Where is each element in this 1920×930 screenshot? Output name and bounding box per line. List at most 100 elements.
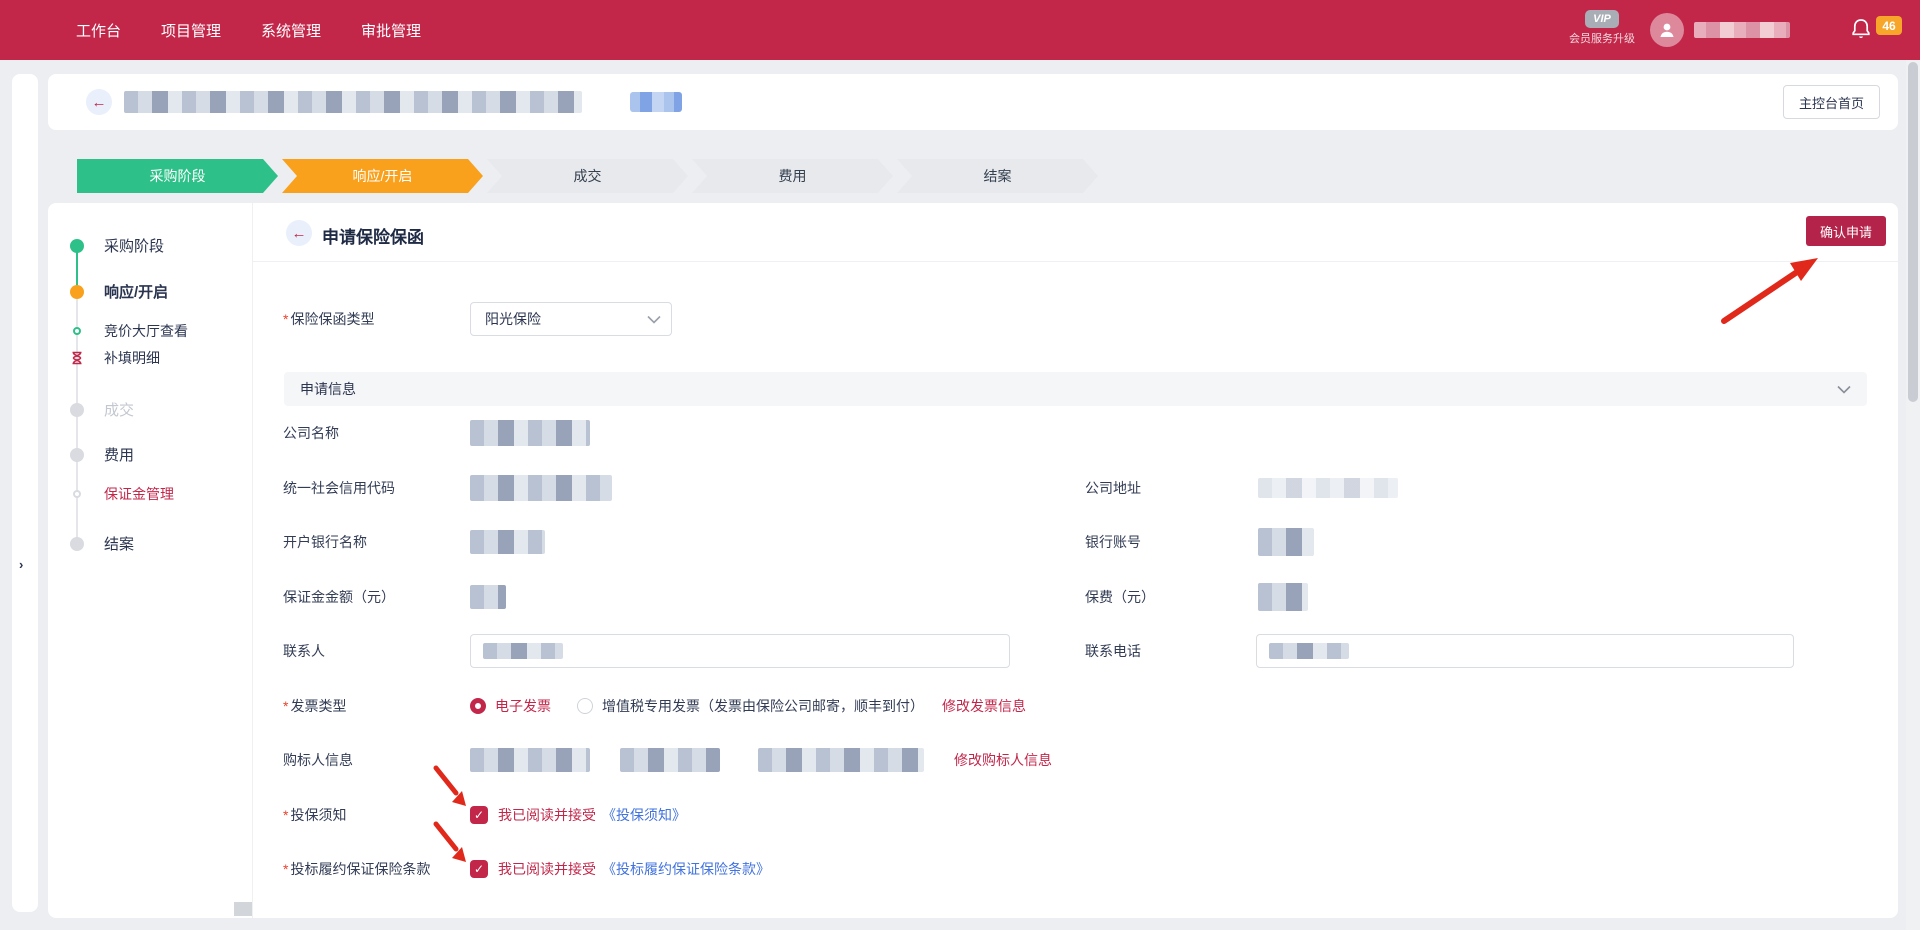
insure-notice-checkbox[interactable]: ✓	[470, 806, 488, 824]
step-close[interactable]: 结案	[897, 159, 1098, 193]
contact-phone-label: 联系电话	[1085, 641, 1256, 661]
redacted-status-badge	[630, 92, 682, 112]
console-home-button[interactable]: 主控台首页	[1783, 85, 1880, 119]
redacted-contact-value	[483, 643, 563, 659]
contact-label: 联系人	[283, 641, 470, 661]
redacted-company-name	[470, 420, 590, 446]
row-bank-name: 开户银行名称 银行账号	[253, 515, 1898, 570]
gray-dot-icon	[70, 448, 84, 462]
row-insure-notice: *投保须知 ✓ 我已阅读并接受 《投保须知》	[253, 788, 1898, 843]
row-performance-terms: *投标履约保证保险条款 ✓ 我已阅读并接受 《投标履约保证保险条款》	[253, 842, 1898, 897]
agree-text: 我已阅读并接受	[498, 859, 596, 879]
insurance-type-row: *保险保函类型 阳光保险	[283, 302, 1898, 336]
green-dot-icon	[70, 239, 84, 253]
row-contact: 联系人 联系电话	[253, 624, 1898, 679]
redacted-company-address	[1258, 478, 1398, 498]
timeline-item-response-open[interactable]: 响应/开启	[70, 281, 168, 302]
form-title: 申请保险保函	[322, 223, 424, 248]
redacted-bank-name	[470, 530, 545, 554]
timeline-item-fill-details[interactable]: 补填明细	[70, 348, 160, 368]
company-name-label: 公司名称	[283, 423, 470, 443]
redacted-bank-account	[1258, 528, 1314, 556]
step-deal[interactable]: 成交	[487, 159, 688, 193]
radio-electronic-invoice[interactable]	[470, 698, 486, 714]
hourglass-icon	[70, 351, 84, 365]
row-credit-code: 统一社会信用代码 公司地址	[253, 461, 1898, 516]
form-back-icon[interactable]: ←	[286, 220, 312, 246]
performance-terms-link[interactable]: 《投标履约保证保险条款》	[602, 859, 770, 879]
performance-terms-label: *投标履约保证保险条款	[283, 859, 470, 879]
edit-buyer-link[interactable]: 修改购标人信息	[954, 750, 1052, 770]
gray-dot-icon	[70, 403, 84, 417]
timeline-item-fee[interactable]: 费用	[70, 444, 134, 465]
vat-invoice-label: 增值税专用发票（发票由保险公司邮寄，顺丰到付）	[602, 696, 924, 716]
timeline-item-procurement[interactable]: 采购阶段	[70, 235, 164, 256]
redacted-buyer-phone	[620, 748, 720, 772]
insure-notice-label: *投保须知	[283, 805, 470, 825]
contact-phone-input[interactable]	[1256, 634, 1794, 668]
expand-panel-chevron-icon[interactable]: ›	[19, 557, 23, 572]
page-header-card: ← 主控台首页	[48, 74, 1898, 130]
row-invoice-type: *发票类型 电子发票 增值税专用发票（发票由保险公司邮寄，顺丰到付） 修改发票信…	[253, 679, 1898, 734]
deposit-amount-label: 保证金金额（元）	[283, 587, 470, 607]
chevron-down-icon	[1837, 385, 1851, 394]
chevron-down-icon	[647, 315, 661, 324]
nav-item-project-mgmt[interactable]: 项目管理	[161, 20, 221, 41]
step-response-open[interactable]: 响应/开启	[282, 159, 483, 193]
green-ring-icon	[73, 327, 81, 335]
user-avatar[interactable]	[1650, 13, 1684, 47]
stage-stepper: 采购阶段 响应/开启 成交 费用 结案	[77, 159, 1098, 193]
nav-item-workbench[interactable]: 工作台	[76, 20, 121, 41]
invoice-type-label: *发票类型	[283, 696, 470, 716]
premium-label: 保费（元）	[1085, 587, 1258, 607]
redacted-phone-value	[1269, 643, 1349, 659]
select-value: 阳光保险	[485, 309, 647, 329]
redacted-premium	[1258, 583, 1308, 611]
electronic-invoice-label: 电子发票	[495, 696, 551, 716]
timeline-item-deposit-mgmt[interactable]: 保证金管理	[70, 484, 174, 504]
scrollbar-thumb[interactable]	[1908, 62, 1918, 402]
timeline-item-close[interactable]: 结案	[70, 533, 134, 554]
nav-item-system-mgmt[interactable]: 系统管理	[261, 20, 321, 41]
performance-terms-checkbox[interactable]: ✓	[470, 860, 488, 878]
insurance-type-select[interactable]: 阳光保险	[470, 302, 672, 336]
orange-dot-icon	[70, 285, 84, 299]
buyer-info-label: 购标人信息	[283, 750, 470, 770]
redacted-deposit-amount	[470, 585, 506, 609]
section-title: 申请信息	[300, 379, 1837, 399]
nav-item-approval-mgmt[interactable]: 审批管理	[361, 20, 421, 41]
section-header-apply-info[interactable]: 申请信息	[284, 372, 1867, 406]
insurance-form: ← 申请保险保函 确认申请 *保险保函类型 阳光保险 申请信息 公司名称 统一社…	[253, 203, 1898, 918]
notification-count-badge[interactable]: 46	[1876, 16, 1902, 35]
row-company-name: 公司名称	[253, 406, 1898, 461]
gray-dot-icon	[70, 537, 84, 551]
sidebar-scrollbar-thumb[interactable]	[234, 902, 252, 916]
edit-invoice-link[interactable]: 修改发票信息	[942, 696, 1026, 716]
top-navbar: 工作台 项目管理 系统管理 审批管理 VIP 会员服务升级 46	[0, 0, 1920, 60]
company-address-label: 公司地址	[1085, 478, 1258, 498]
step-fee[interactable]: 费用	[692, 159, 893, 193]
vip-icon: VIP	[1585, 10, 1619, 28]
agree-text: 我已阅读并接受	[498, 805, 596, 825]
main-content-card: 采购阶段 响应/开启 竞价大厅查看 补填明细 成交 费用 保证金管理 结案	[48, 203, 1898, 918]
timeline-item-bidding-hall[interactable]: 竞价大厅查看	[70, 321, 188, 341]
redacted-username	[1694, 22, 1790, 38]
timeline-item-deal[interactable]: 成交	[70, 399, 134, 420]
confirm-apply-button[interactable]: 确认申请	[1806, 216, 1886, 246]
step-procurement[interactable]: 采购阶段	[77, 159, 278, 193]
redacted-project-title	[124, 91, 582, 113]
contact-input[interactable]	[470, 634, 1010, 668]
radio-vat-invoice[interactable]	[577, 698, 593, 714]
vip-upgrade[interactable]: VIP 会员服务升级	[1558, 9, 1646, 46]
person-icon	[1657, 20, 1677, 40]
notification-bell-icon[interactable]	[1850, 17, 1872, 46]
credit-code-label: 统一社会信用代码	[283, 478, 470, 498]
form-header: ← 申请保险保函 确认申请	[253, 203, 1898, 262]
redacted-buyer-name	[470, 748, 590, 772]
back-icon[interactable]: ←	[86, 89, 112, 115]
vertical-scrollbar[interactable]	[1906, 60, 1920, 930]
bank-name-label: 开户银行名称	[283, 532, 470, 552]
insure-notice-link[interactable]: 《投保须知》	[602, 805, 686, 825]
stage-timeline-sidebar: 采购阶段 响应/开启 竞价大厅查看 补填明细 成交 费用 保证金管理 结案	[48, 203, 253, 918]
row-deposit-amount: 保证金金额（元） 保费（元）	[253, 570, 1898, 625]
